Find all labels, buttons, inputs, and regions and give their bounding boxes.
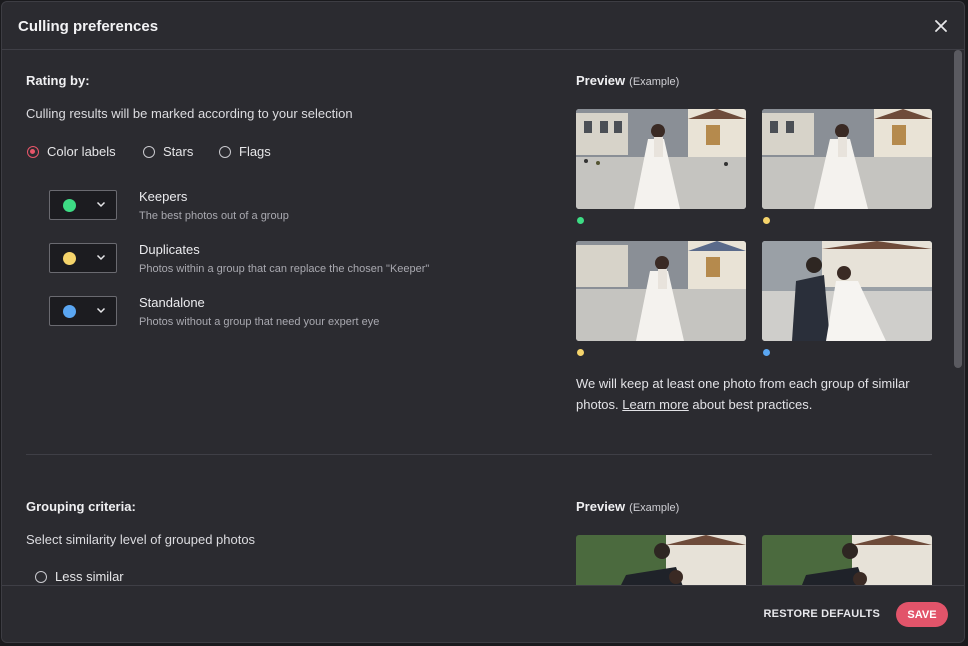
rating-heading: Rating by: <box>26 73 90 88</box>
close-button[interactable] <box>930 15 952 37</box>
scrollbar-thumb[interactable] <box>954 50 962 368</box>
blue-color-swatch <box>63 305 76 318</box>
restore-defaults-button[interactable]: RESTORE DEFAULTS <box>764 608 880 620</box>
preview-title: Preview <box>576 499 626 514</box>
radio-indicator <box>27 145 39 158</box>
radio-indicator <box>143 145 155 158</box>
preview-heading-2: Preview (Example) <box>576 499 679 514</box>
radio-color-labels[interactable]: Color labels <box>27 144 116 159</box>
keepers-color-select[interactable] <box>49 190 117 220</box>
section-divider <box>26 454 932 455</box>
preview-heading: Preview (Example) <box>576 73 679 88</box>
radio-stars[interactable]: Stars <box>143 144 193 159</box>
content-scrollbar[interactable] <box>952 50 964 588</box>
preview-photo-2 <box>762 109 932 209</box>
radio-less-similar[interactable]: Less similar <box>35 569 124 584</box>
grouping-photo-1 <box>576 535 746 588</box>
duplicates-color-select[interactable] <box>49 243 117 273</box>
preview-note: We will keep at least one photo from eac… <box>576 373 936 415</box>
duplicates-title: Duplicates <box>139 242 200 257</box>
dialog-header: Culling preferences <box>2 2 964 50</box>
keepers-description: The best photos out of a group <box>139 210 289 222</box>
grouping-photo-2 <box>762 535 932 588</box>
radio-indicator <box>219 145 231 158</box>
duplicate-indicator-dot <box>577 349 584 356</box>
keeper-indicator-dot <box>577 217 584 224</box>
duplicate-indicator-dot <box>763 217 770 224</box>
standalone-color-select[interactable] <box>49 296 117 326</box>
duplicates-description: Photos within a group that can replace t… <box>139 263 430 275</box>
preview-example-label: (Example) <box>629 502 680 514</box>
radio-indicator <box>35 570 47 583</box>
preview-title: Preview <box>576 73 626 88</box>
green-color-swatch <box>63 199 76 212</box>
standalone-description: Photos without a group that need your ex… <box>139 316 380 328</box>
radio-label: Color labels <box>47 144 116 159</box>
keepers-title: Keepers <box>139 189 188 204</box>
standalone-title: Standalone <box>139 295 205 310</box>
yellow-color-swatch <box>63 252 76 265</box>
radio-label: Less similar <box>55 569 124 584</box>
preview-photo-1 <box>576 109 746 209</box>
chevron-down-icon <box>96 254 106 261</box>
standalone-indicator-dot <box>763 349 770 356</box>
radio-label: Stars <box>163 144 194 159</box>
chevron-down-icon <box>96 307 106 314</box>
preview-example-label: (Example) <box>629 76 680 88</box>
chevron-down-icon <box>96 201 106 208</box>
learn-more-link[interactable]: Learn more <box>622 397 688 412</box>
preview-photo-4 <box>762 241 932 341</box>
grouping-description: Select similarity level of grouped photo… <box>26 532 256 547</box>
grouping-heading: Grouping criteria: <box>26 499 136 514</box>
note-text-after: about best practices. <box>692 397 813 412</box>
radio-label: Flags <box>239 144 271 159</box>
culling-preferences-dialog: Culling preferences Rating by: Culling r… <box>1 1 965 643</box>
close-icon <box>935 20 947 32</box>
preview-photo-3 <box>576 241 746 341</box>
save-button[interactable]: SAVE <box>896 602 948 627</box>
dialog-footer: RESTORE DEFAULTS SAVE <box>2 585 964 642</box>
radio-flags[interactable]: Flags <box>219 144 271 159</box>
dialog-title: Culling preferences <box>18 18 159 35</box>
dialog-content[interactable]: Rating by: Culling results will be marke… <box>2 50 964 588</box>
rating-description: Culling results will be marked according… <box>26 106 353 121</box>
